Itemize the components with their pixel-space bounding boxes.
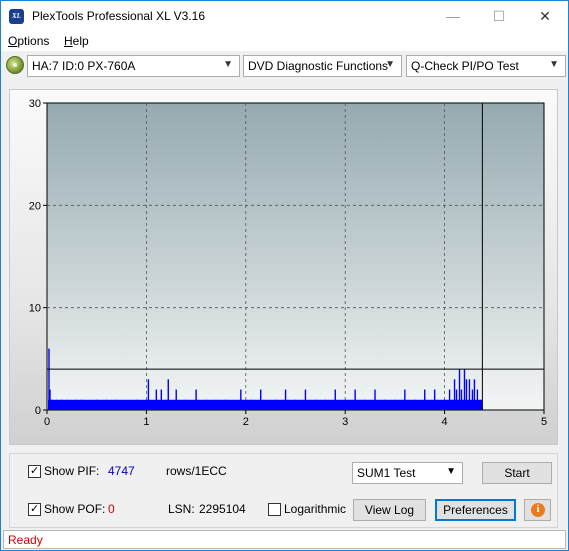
- chevron-down-icon: ▼: [446, 466, 456, 477]
- pof-value: 0: [108, 502, 115, 516]
- menu-help-mnemonic: H: [64, 34, 73, 48]
- y-tick-label: 20: [29, 200, 41, 212]
- test-select[interactable]: Q-Check PI/PO Test ▼: [406, 55, 566, 77]
- lsn-value: 2295104: [199, 502, 246, 516]
- start-button-label: Start: [504, 466, 530, 480]
- plot-area: [46, 102, 545, 411]
- x-tick-label: 4: [442, 416, 448, 428]
- y-tick-label: 10: [29, 303, 41, 315]
- info-button[interactable]: i: [524, 499, 551, 521]
- x-tick-label: 2: [243, 416, 249, 428]
- drive-select-value: HA:7 ID:0 PX-760A: [32, 59, 136, 73]
- data-baseline-band: [48, 399, 483, 410]
- x-tick-label: 3: [342, 416, 348, 428]
- menu-help[interactable]: Help: [64, 34, 89, 48]
- show-pif-checkbox[interactable]: [28, 464, 41, 478]
- x-tick-label: 0: [44, 416, 50, 428]
- function-select[interactable]: DVD Diagnostic Functions ▼: [243, 55, 402, 77]
- toolbar: HA:7 ID:0 PX-760A ▼ DVD Diagnostic Funct…: [1, 51, 568, 79]
- logarithmic-label: Logarithmic: [284, 502, 347, 516]
- controls-panel: Show PIF: 4747 rows/1ECC Show POF: 0 LSN…: [9, 453, 558, 528]
- y-tick-label: 30: [29, 98, 41, 110]
- lsn-label: LSN:: [168, 502, 195, 516]
- status-bar: Ready: [3, 530, 566, 549]
- logarithmic-checkbox[interactable]: [268, 503, 281, 516]
- view-log-button-label: View Log: [364, 503, 415, 517]
- graph-panel: 0 1 2 3 4 5 0 10 20 30: [9, 89, 558, 445]
- menu-help-rest: elp: [72, 34, 89, 48]
- x-tick-label: 5: [541, 416, 547, 428]
- test-select-value: Q-Check PI/PO Test: [411, 59, 519, 73]
- start-button[interactable]: Start: [482, 462, 552, 484]
- sum-test-value: SUM1 Test: [357, 466, 416, 480]
- rows-label: rows/1ECC: [166, 464, 227, 478]
- drive-select[interactable]: HA:7 ID:0 PX-760A ▼: [27, 55, 240, 77]
- window-title: PlexTools Professional XL V3.16: [32, 9, 205, 23]
- minimize-button[interactable]: —: [430, 1, 476, 31]
- menu-options-mnemonic: O: [8, 34, 18, 48]
- show-pof-label: Show POF:: [44, 502, 106, 516]
- menu-options-rest: ptions: [17, 34, 50, 48]
- function-select-value: DVD Diagnostic Functions: [248, 59, 389, 73]
- chevron-down-icon: ▼: [223, 59, 233, 70]
- x-tick-label: 1: [143, 416, 149, 428]
- y-tick-label: 0: [35, 405, 41, 417]
- pi-po-chart: 0 1 2 3 4 5 0 10 20 30: [29, 98, 547, 428]
- status-text: Ready: [8, 533, 43, 547]
- menu-options[interactable]: Options: [8, 34, 49, 48]
- app-logo-icon: XL: [9, 9, 24, 24]
- preferences-button-label: Preferences: [443, 503, 508, 517]
- maximize-button[interactable]: ☐: [476, 1, 522, 31]
- show-pof-checkbox[interactable]: [28, 502, 41, 516]
- view-log-button[interactable]: View Log: [353, 499, 426, 521]
- preferences-button[interactable]: Preferences: [435, 499, 516, 521]
- title-bar: XL PlexTools Professional XL V3.16 — ☐ ✕: [1, 1, 568, 31]
- sum-test-select[interactable]: SUM1 Test ▼: [352, 462, 463, 484]
- chevron-down-icon: ▼: [549, 59, 559, 70]
- pif-value: 4747: [108, 464, 135, 478]
- info-icon: i: [531, 503, 545, 517]
- close-button[interactable]: ✕: [522, 1, 568, 31]
- menu-bar: Options Help: [1, 31, 568, 51]
- chevron-down-icon: ▼: [385, 59, 395, 70]
- disc-drive-icon: [6, 56, 24, 74]
- show-pif-label: Show PIF:: [44, 464, 100, 478]
- app-window: XL PlexTools Professional XL V3.16 — ☐ ✕…: [0, 0, 569, 551]
